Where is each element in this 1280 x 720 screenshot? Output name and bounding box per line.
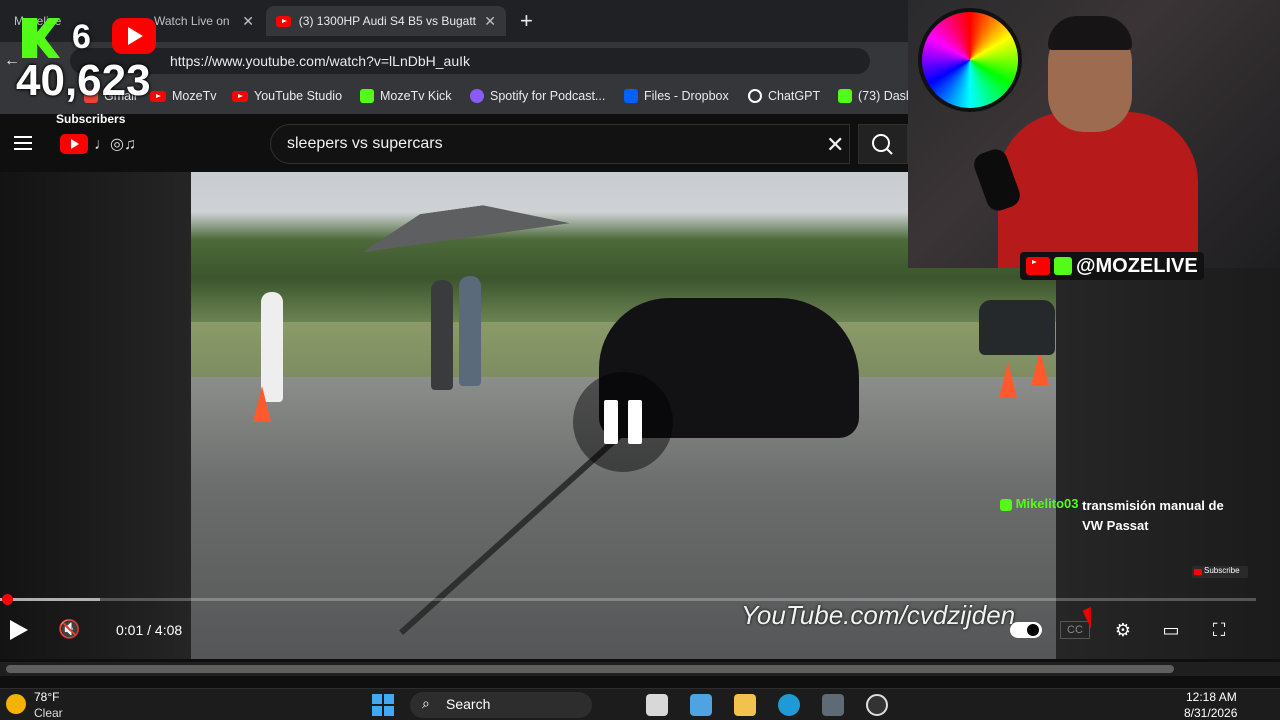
search-input[interactable]: sleepers vs supercars [270,124,850,164]
clock-date[interactable]: 8/31/2026 [1184,706,1237,720]
bookmark-chatgpt[interactable]: ChatGPT [748,89,820,103]
youtube-icon [232,90,248,102]
taskbar-search[interactable]: ⌕ Search [410,692,592,718]
video-cone [1031,350,1049,386]
video-person [431,280,453,390]
scrollbar-thumb[interactable] [6,665,1174,673]
weather-description[interactable]: Clear [34,706,63,720]
color-wheel-decoration [918,8,1022,112]
spotify-icon [470,89,484,103]
youtube-icon [150,90,166,102]
video-cone [253,386,271,422]
bookmark-label: MozeTv Kick [380,89,452,103]
youtube-icon [112,18,156,54]
player-left-letterbox [0,172,191,659]
menu-icon[interactable] [14,136,32,150]
youtube-icon [1026,257,1050,275]
search-icon [872,134,893,155]
bookmark-mozetv[interactable]: MozeTv [150,89,216,103]
bookmark-dropbox[interactable]: Files - Dropbox [624,89,729,103]
search-button[interactable] [858,124,908,164]
clear-search-icon[interactable]: ✕ [826,132,844,158]
stream-handle-badge: @MOZELIVE [1020,252,1204,280]
bookmark-spotify[interactable]: Spotify for Podcast... [470,89,605,103]
tab-label: (3) 1300HP Audi S4 B5 vs Bugatti C [298,14,477,28]
autoplay-toggle[interactable] [1010,622,1042,638]
bookmark-label: (73) Dash [858,89,913,103]
kick-icon [1000,498,1012,511]
streamer-shirt [998,112,1198,268]
channel-emoji-icons: ♩◎♫ [94,136,136,153]
video-person [459,276,481,386]
kick-icon [360,89,374,103]
subscriber-label: Subscribers [56,112,126,126]
stream-handle: @MOZELIVE [1076,254,1198,277]
chat-username: Mikelito03 [1015,496,1079,511]
notepad-icon[interactable] [690,694,712,716]
chat-text: transmisión manual de VW Passat [1082,498,1224,533]
bookmark-label: Spotify for Podcast... [490,89,606,103]
progress-buffered [0,598,100,601]
video-cone [999,362,1017,398]
subscriber-count: 40,623 [16,56,151,105]
captions-icon[interactable]: CC [1060,621,1090,639]
new-tab-button[interactable]: + [520,8,533,34]
search-icon: ⌕ [422,695,430,711]
bookmark-dash[interactable]: (73) Dash [838,89,913,103]
chatgpt-icon [748,89,762,103]
youtube-logo[interactable] [60,134,88,154]
video-sedan [979,300,1055,355]
youtube-icon [276,15,291,27]
time-display: 0:01 / 4:08 [116,622,183,638]
streamer-hair [1048,16,1132,50]
clock-time[interactable]: 12:18 AM [1186,690,1237,704]
bookmark-youtube-studio[interactable]: YouTube Studio [232,89,342,103]
weather-icon[interactable] [6,694,26,714]
calculator-icon[interactable] [822,694,844,716]
windows-taskbar [0,688,1280,720]
bookmark-label: YouTube Studio [254,89,343,103]
settings-icon[interactable]: ⚙ [1108,616,1138,644]
play-button[interactable] [10,620,28,640]
webcam-overlay [908,0,1280,268]
obs-icon[interactable] [866,694,888,716]
bookmark-mozetv-kick[interactable]: MozeTv Kick [360,89,452,103]
subscribe-badge: Subscribe [1192,566,1248,578]
progress-bar[interactable] [0,598,1256,601]
tab-current-video[interactable]: (3) 1300HP Audi S4 B5 vs Bugatti C ✕ [266,6,506,36]
bookmark-label: MozeTv [172,89,217,103]
fullscreen-icon[interactable]: ⛶ [1204,616,1234,644]
taskbar-search-label: Search [446,696,491,712]
close-icon[interactable]: ✕ [484,13,496,30]
start-button[interactable] [372,694,394,716]
dropbox-icon [624,89,638,103]
chat-message: Mikelito03 transmisión manual de VW Pass… [1000,496,1250,536]
file-explorer-icon[interactable] [734,694,756,716]
video-watermark: YouTube.com/cvdzijden [741,600,1016,630]
theater-mode-icon[interactable]: ▭ [1156,616,1186,644]
edge-browser-icon[interactable] [778,694,800,716]
progress-scrubber[interactable] [2,594,13,605]
youtube-header: ♩◎♫ sleepers vs supercars ✕ [0,114,908,172]
weather-temperature[interactable]: 78°F [34,690,59,704]
kick-viewer-count: 6 [72,18,91,56]
task-view-icon[interactable] [646,694,668,716]
tab-watch-live[interactable]: Watch Live on ✕ [144,6,264,36]
close-icon[interactable]: ✕ [242,13,254,30]
kick-icon [1054,257,1072,275]
tab-label: Watch Live on [154,14,230,28]
dash-icon [838,89,852,103]
mute-icon[interactable]: 🔇 [58,619,86,641]
bookmark-label: Files - Dropbox [644,89,729,103]
bookmark-label: ChatGPT [768,89,821,103]
pause-overlay-icon[interactable] [573,372,673,472]
url-field[interactable]: https://www.youtube.com/watch?v=lLnDbH_a… [70,48,870,74]
